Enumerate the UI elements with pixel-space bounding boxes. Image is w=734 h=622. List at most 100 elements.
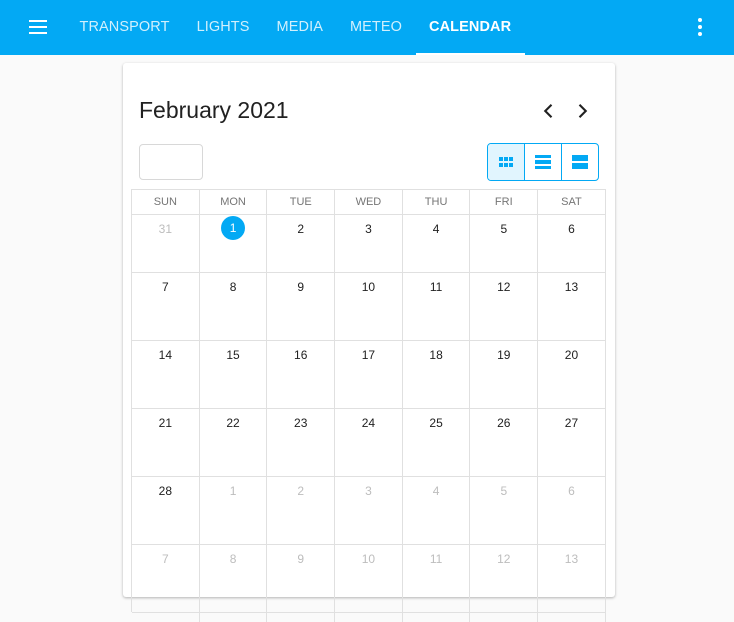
weekday-label: FRI <box>470 190 539 215</box>
chevron-left-icon[interactable] <box>537 100 559 122</box>
day-cell[interactable]: 9 <box>267 545 336 613</box>
day-cell[interactable]: 8 <box>199 545 268 613</box>
day-cell[interactable]: 22 <box>199 409 268 477</box>
day-cell[interactable] <box>538 613 606 622</box>
day-view-button[interactable] <box>561 144 598 180</box>
day-cell[interactable] <box>335 613 403 622</box>
day-number: 11 <box>429 552 443 566</box>
day-cell[interactable]: 28 <box>132 477 200 545</box>
day-cell[interactable]: 18 <box>402 341 471 409</box>
day-cell[interactable]: 2 <box>267 477 336 545</box>
day-number: 14 <box>158 348 173 362</box>
day-number: 25 <box>429 416 443 430</box>
day-cell[interactable]: 2 <box>267 215 336 273</box>
day-number: 5 <box>500 222 508 236</box>
day-cell[interactable] <box>200 613 268 622</box>
day-cell[interactable]: 21 <box>132 409 200 477</box>
weekday-label: MON <box>199 190 268 215</box>
day-number: 26 <box>497 416 511 430</box>
day-number: 2 <box>297 484 305 498</box>
more-vert-icon[interactable] <box>688 12 712 42</box>
day-cell[interactable]: 3 <box>335 477 403 545</box>
week-row: 7 8 9 10 11 12 13 <box>132 545 606 613</box>
weekday-label: SUN <box>132 190 200 215</box>
day-cell[interactable]: 12 <box>470 545 539 613</box>
day-number: 28 <box>158 484 173 498</box>
day-cell[interactable]: 4 <box>402 477 471 545</box>
day-number: 11 <box>429 280 443 294</box>
weekday-label: TUE <box>267 190 336 215</box>
calendar-title: February 2021 <box>139 97 289 123</box>
day-cell[interactable]: 25 <box>402 409 471 477</box>
week-row <box>132 613 606 622</box>
day-cell[interactable]: 26 <box>470 409 539 477</box>
day-cell[interactable]: 1 <box>199 215 268 273</box>
day-cell[interactable]: 23 <box>267 409 336 477</box>
day-number: 4 <box>432 222 440 236</box>
day-cell[interactable] <box>470 613 539 622</box>
day-cell[interactable]: 31 <box>132 215 200 273</box>
day-number: 24 <box>361 416 376 430</box>
day-cell[interactable]: 6 <box>538 477 606 545</box>
day-cell[interactable]: 27 <box>538 409 606 477</box>
calendar-grid: SUN MON TUE WED THU FRI SAT 31 1 2 3 4 5 6 7 8 9 10 11 12 1… <box>131 189 606 622</box>
day-cell[interactable]: 11 <box>402 545 471 613</box>
tab-lights[interactable]: LIGHTS <box>183 0 263 55</box>
day-cell[interactable]: 20 <box>538 341 606 409</box>
month-view-button[interactable] <box>488 144 524 180</box>
view-toggle-group <box>487 143 599 181</box>
day-cell[interactable]: 14 <box>132 341 200 409</box>
day-cell[interactable]: 9 <box>267 273 336 341</box>
day-cell[interactable]: 5 <box>470 215 539 273</box>
day-number: 20 <box>564 348 579 362</box>
weekday-label: THU <box>402 190 471 215</box>
day-cell[interactable]: 16 <box>267 341 336 409</box>
day-cell[interactable]: 19 <box>470 341 539 409</box>
day-cell[interactable]: 13 <box>538 273 606 341</box>
day-number: 15 <box>226 348 240 362</box>
day-cell[interactable]: 12 <box>470 273 539 341</box>
week-view-button[interactable] <box>524 144 561 180</box>
day-cell[interactable]: 10 <box>335 273 403 341</box>
day-number: 7 <box>162 552 169 566</box>
month-view-icon <box>499 157 513 167</box>
day-number: 8 <box>229 280 237 294</box>
chevron-right-icon[interactable] <box>572 100 594 122</box>
day-cell[interactable]: 3 <box>335 215 403 273</box>
day-cell[interactable]: 11 <box>402 273 471 341</box>
day-cell[interactable]: 7 <box>132 545 200 613</box>
day-number: 7 <box>162 280 169 294</box>
day-number: 8 <box>229 552 237 566</box>
day-number: 16 <box>294 348 308 362</box>
tab-meteo[interactable]: METEO <box>336 0 415 55</box>
day-cell[interactable]: 8 <box>199 273 268 341</box>
day-cell[interactable] <box>267 613 336 622</box>
tab-calendar[interactable]: CALENDAR <box>415 0 525 55</box>
day-cell[interactable]: 1 <box>199 477 268 545</box>
day-number: 3 <box>365 222 372 236</box>
day-number: 6 <box>568 484 575 498</box>
day-cell[interactable]: 6 <box>538 215 606 273</box>
day-cell[interactable]: 17 <box>335 341 403 409</box>
day-cell[interactable]: 24 <box>335 409 403 477</box>
tab-media[interactable]: MEDIA <box>263 0 336 55</box>
day-cell[interactable]: 7 <box>132 273 200 341</box>
day-cell[interactable]: 10 <box>335 545 403 613</box>
menu-icon[interactable] <box>22 14 54 40</box>
day-cell[interactable]: 4 <box>402 215 471 273</box>
day-cell[interactable]: 5 <box>470 477 539 545</box>
day-cell[interactable]: 13 <box>538 545 606 613</box>
day-cell[interactable] <box>403 613 471 622</box>
day-number: 10 <box>361 552 376 566</box>
day-number: 27 <box>564 416 579 430</box>
day-number: 18 <box>429 348 443 362</box>
day-cell[interactable]: 15 <box>199 341 268 409</box>
day-number: 17 <box>361 348 376 362</box>
day-number: 1 <box>229 484 237 498</box>
weekday-label: SAT <box>538 190 606 215</box>
day-number: 1 <box>221 216 246 240</box>
date-input[interactable] <box>139 144 203 180</box>
week-row: 14 15 16 17 18 19 20 <box>132 341 606 409</box>
tab-transport[interactable]: TRANSPORT <box>66 0 183 55</box>
day-cell[interactable] <box>132 613 200 622</box>
